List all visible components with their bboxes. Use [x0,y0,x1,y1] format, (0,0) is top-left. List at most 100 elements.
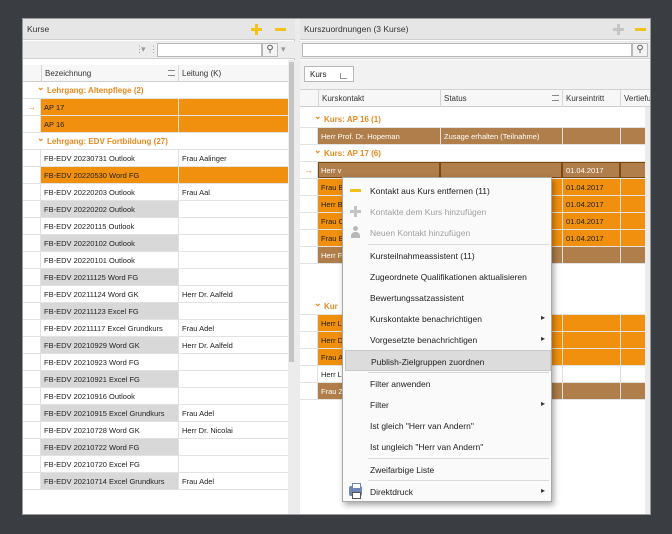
table-row[interactable]: FB-EDV 20220530 Word FG [23,167,288,184]
table-row[interactable]: → AP 17 [23,99,288,116]
cell-leitung [178,303,288,319]
table-row[interactable]: FB-EDV 20210722 Word FG [23,439,288,456]
filter-icon[interactable] [168,70,175,76]
cell-kurseintritt: 01.04.2017 [562,179,620,195]
cell-leitung [178,269,288,285]
row-indicator-cell [23,303,41,319]
menu-item-kursteilnahmeassistent[interactable]: Kursteilnahmeassistent (11) [345,245,551,266]
group-row[interactable]: Kurs: AP 16 (1) [300,111,650,128]
menu-item-kontakt-entfernen[interactable]: Kontakt aus Kurs entfernen (11) [345,180,551,201]
search-icon[interactable]: ⚲ [632,43,648,57]
menu-item-kontakte-hinzufuegen[interactable]: Kontakte dem Kurs hinzufügen [345,201,551,222]
table-row[interactable]: FB-EDV 20211124 Word GK Herr Dr. Aalfeld [23,286,288,303]
cell-bezeichnung: FB-EDV 20220530 Word FG [41,167,178,183]
menu-item-neuen-kontakt[interactable]: Neuen Kontakt hinzufügen [345,222,551,243]
table-row[interactable]: FB-EDV 20211125 Word FG [23,269,288,286]
kurse-search-input[interactable] [157,43,262,57]
cell-kurseintritt: 01.04.2017 [562,230,620,246]
menu-item-label: Kontakte dem Kurs hinzufügen [370,207,487,217]
menu-item-direktdruck[interactable]: Direktdruck ▸ [345,481,551,502]
add-icon[interactable] [251,24,262,35]
column-status[interactable]: Status [444,94,467,103]
cell-kurseintritt [562,247,620,263]
remove-icon[interactable] [275,28,286,31]
search-icon[interactable]: ⚲ [262,43,278,57]
table-row[interactable]: FB-EDV 20210728 Word GK Herr Dr. Nicolai [23,422,288,439]
add-icon[interactable] [613,24,624,35]
row-indicator-cell [300,230,318,246]
scrollbar-thumb[interactable] [289,62,294,362]
group-chip-kurs[interactable]: Kurs [304,66,354,82]
menu-item-bewertungssatzassistent[interactable]: Bewertungssatzassistent [345,287,551,308]
cell-kurskontakt: Herr v [318,162,440,178]
column-leitung[interactable]: Leitung (K) [182,69,221,78]
table-row[interactable]: FB-EDV 20220102 Outlook [23,235,288,252]
table-row[interactable]: FB-EDV 20210916 Outlook [23,388,288,405]
menu-item-label: Filter anwenden [370,379,431,389]
group-label: Lehrgang: EDV Fortbildung (27) [37,133,168,146]
cell-leitung [178,439,288,455]
menu-item-vorgesetzte-benachrichtigen[interactable]: Vorgesetzte benachrichtigen ▸ [345,329,551,350]
kurse-scrollbar[interactable] [288,60,295,514]
column-kurseintritt[interactable]: Kurseintritt [566,94,604,103]
cell-leitung: Frau Adel [178,320,288,336]
menu-item-zweifarbige-liste[interactable]: Zweifarbige Liste [345,459,551,480]
table-row[interactable]: FB-EDV 20220203 Outlook Frau Aal [23,184,288,201]
menu-item-label: Kurskontakte benachrichtigen [370,314,482,324]
kurszuordnungen-scrollbar[interactable] [645,107,650,514]
cell-bezeichnung: FB-EDV 20230731 Outlook [44,154,135,163]
menu-item-publish-zielgruppen[interactable]: Publish-Zielgruppen zuordnen [345,350,551,371]
column-vertiefung[interactable]: Vertiefu [624,94,650,103]
add-icon [350,206,361,217]
table-row[interactable]: FB-EDV 20210915 Excel Grundkurs Frau Adel [23,405,288,422]
menu-item-ist-gleich[interactable]: Ist gleich "Herr van Andern" [345,415,551,436]
menu-item-kurskontakte-benachrichtigen[interactable]: Kurskontakte benachrichtigen ▸ [345,308,551,329]
cell-bezeichnung: FB-EDV 20211117 Excel Grundkurs [44,324,163,333]
kurszuordnungen-search-input[interactable] [302,43,632,57]
cell-leitung: Frau Aal [178,184,288,200]
chevron-down-icon[interactable]: ▾ [141,44,146,55]
table-row[interactable]: FB-EDV 20210929 Word GK Herr Dr. Aalfeld [23,337,288,354]
row-indicator-cell [23,388,41,404]
table-row[interactable]: AP 16 [23,116,288,133]
menu-item-ist-ungleich[interactable]: Ist ungleich "Herr van Andern" [345,436,551,457]
cell-bezeichnung: FB-EDV 20210714 Excel Grundkurs [41,473,178,489]
column-bezeichnung[interactable]: Bezeichnung [45,69,91,78]
menu-item-label: Zweifarbige Liste [370,465,435,475]
group-row[interactable]: Lehrgang: EDV Fortbildung (27) [23,133,288,150]
table-row[interactable]: FB-EDV 20220115 Outlook [23,218,288,235]
table-row[interactable]: Herr Prof. Dr. Hopeman Zusage erhalten (T… [300,128,650,145]
group-label: Kurs: AP 16 (1) [314,111,381,124]
table-row[interactable]: FB-EDV 20210720 Excel FG [23,456,288,473]
filter-icon[interactable] [552,95,559,101]
menu-item-label: Bewertungssatzassistent [370,293,465,303]
remove-icon[interactable] [635,28,646,31]
row-indicator-cell [23,473,41,489]
table-row[interactable]: FB-EDV 20210714 Excel Grundkurs Frau Adel [23,473,288,490]
table-row[interactable]: FB-EDV 20210921 Excel FG [23,371,288,388]
submenu-arrow-icon: ▸ [540,399,545,408]
group-row[interactable]: Lehrgang: Altenpflege (2) [23,82,288,99]
table-row[interactable]: FB-EDV 20211123 Excel FG [23,303,288,320]
table-row[interactable]: FB-EDV 20220101 Outlook [23,252,288,269]
cell-bezeichnung: FB-EDV 20210921 Excel FG [41,371,178,387]
cell-bezeichnung: AP 16 [41,116,178,132]
menu-item-label: Ist gleich "Herr van Andern" [370,421,474,431]
group-row[interactable]: Kurs: AP 17 (6) [300,145,650,162]
cell-bezeichnung: FB-EDV 20210929 Word GK [41,337,178,353]
kurszuordnungen-title: Kurszuordnungen (3 Kurse) [304,24,409,34]
column-kurskontakt[interactable]: Kurskontakt [322,94,364,103]
row-indicator-cell [23,150,41,166]
chevron-down-icon[interactable]: ▾ [281,44,286,55]
menu-item-qualifikationen[interactable]: Zugeordnete Qualifikationen aktualisiere… [345,266,551,287]
row-indicator-cell [23,422,41,438]
table-row[interactable]: FB-EDV 20211117 Excel Grundkurs Frau Adel [23,320,288,337]
table-row[interactable]: FB-EDV 20230731 Outlook Frau Aalinger [23,150,288,167]
menu-item-filter-anwenden[interactable]: Filter anwenden [345,373,551,394]
cell-leitung [178,235,288,251]
menu-item-filter[interactable]: Filter ▸ [345,394,551,415]
table-row[interactable]: FB-EDV 20210923 Word FG [23,354,288,371]
table-row[interactable]: FB-EDV 20220202 Outlook [23,201,288,218]
column-separator [620,90,621,107]
cell-bezeichnung: AP 17 [41,99,178,115]
